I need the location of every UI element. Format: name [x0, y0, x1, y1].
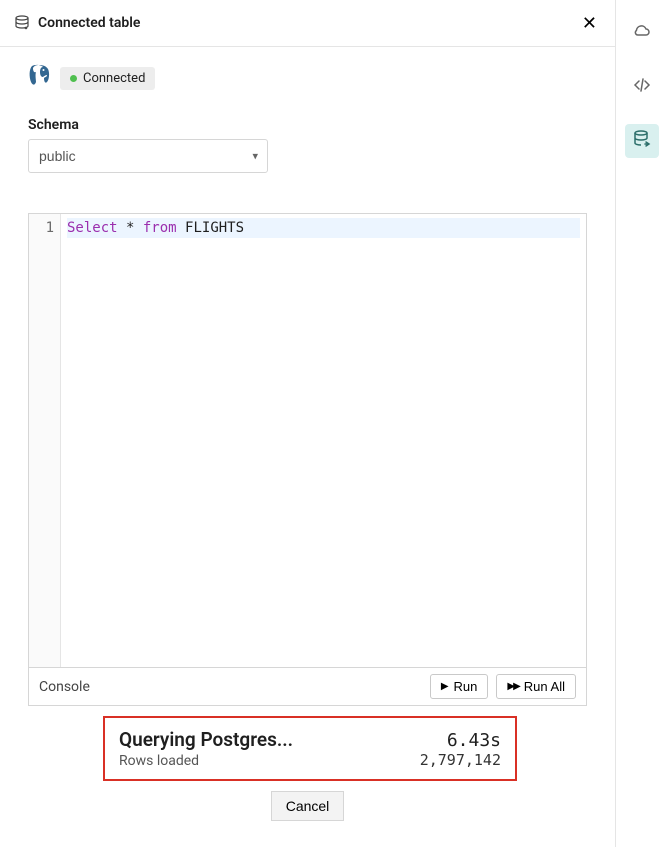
page-title: Connected table: [38, 15, 578, 31]
connection-status-label: Connected: [83, 71, 145, 86]
cancel-button[interactable]: Cancel: [271, 791, 345, 821]
rows-loaded-label: Rows loaded: [119, 753, 199, 769]
sql-editor[interactable]: 1 Select * from FLIGHTS: [29, 214, 586, 667]
rail-cloud-button[interactable]: [625, 16, 659, 50]
cloud-icon: [632, 21, 652, 45]
code-line: Select * from FLIGHTS: [67, 218, 580, 238]
database-icon: [14, 15, 30, 31]
status-dot-icon: [70, 75, 77, 82]
schema-label: Schema: [28, 117, 587, 133]
run-all-label: Run All: [524, 679, 565, 694]
right-rail: [616, 0, 668, 847]
panel-header: Connected table ✕: [0, 0, 615, 47]
play-icon: ▶: [441, 681, 449, 692]
sql-editor-block: 1 Select * from FLIGHTS Console ▶ Run ▶▶…: [28, 213, 587, 706]
line-number: 1: [35, 218, 54, 238]
connection-badge: Connected: [60, 67, 155, 90]
query-status-message: Querying Postgres...: [119, 728, 293, 751]
schema-select[interactable]: public: [28, 139, 268, 173]
database-sync-icon: [632, 129, 652, 153]
line-gutter: 1: [29, 214, 61, 667]
close-button[interactable]: ✕: [578, 10, 601, 36]
editor-toolbar: Console ▶ Run ▶▶ Run All: [29, 667, 586, 705]
run-label: Run: [454, 679, 478, 694]
run-button[interactable]: ▶ Run: [430, 674, 489, 699]
postgres-icon: [28, 63, 52, 93]
code-icon: [632, 75, 652, 99]
console-label: Console: [39, 679, 422, 695]
connection-row: Connected: [28, 63, 587, 93]
query-time: 6.43s: [447, 730, 501, 751]
rail-code-button[interactable]: [625, 70, 659, 104]
fast-forward-icon: ▶▶: [507, 681, 518, 692]
query-status-box: Querying Postgres... 6.43s Rows loaded 2…: [103, 716, 517, 781]
close-icon: ✕: [582, 13, 597, 33]
rows-loaded-value: 2,797,142: [420, 751, 501, 769]
rail-database-button[interactable]: [625, 124, 659, 158]
run-all-button[interactable]: ▶▶ Run All: [496, 674, 576, 699]
code-area[interactable]: Select * from FLIGHTS: [61, 214, 586, 667]
